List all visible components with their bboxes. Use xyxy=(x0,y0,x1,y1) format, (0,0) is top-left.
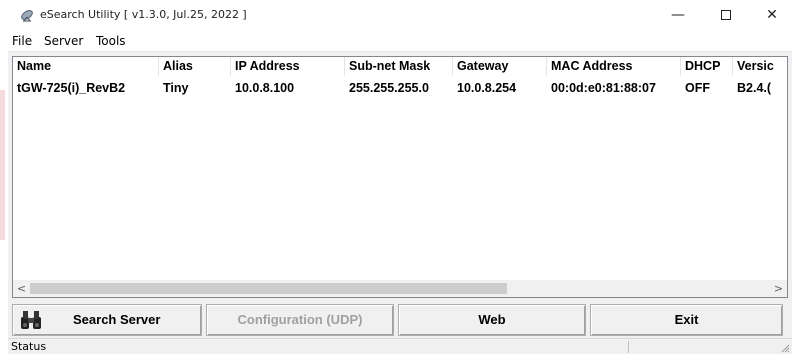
cell-dhcp: OFF xyxy=(685,81,710,95)
menu-bar: File Server Tools xyxy=(8,30,792,52)
menu-tools[interactable]: Tools xyxy=(96,34,126,48)
column-header-alias[interactable]: Alias xyxy=(159,57,231,76)
title-bar[interactable]: eSearch Utility [ v1.3.0, Jul.25, 2022 ]… xyxy=(8,0,792,30)
column-header-ip[interactable]: IP Address xyxy=(231,57,345,76)
column-header-gateway[interactable]: Gateway xyxy=(453,57,547,76)
table-row[interactable]: tGW-725(i)_RevB2 Tiny 10.0.8.100 255.255… xyxy=(13,79,787,98)
menu-file[interactable]: File xyxy=(12,34,32,48)
cell-name: tGW-725(i)_RevB2 xyxy=(17,81,126,95)
menu-server[interactable]: Server xyxy=(44,34,83,48)
cell-alias: Tiny xyxy=(163,81,189,95)
window-title: eSearch Utility [ v1.3.0, Jul.25, 2022 ] xyxy=(40,8,247,21)
scroll-left-button[interactable]: < xyxy=(13,280,30,297)
status-divider xyxy=(628,341,629,353)
button-bar: Search Server Configuration (UDP) Web Ex… xyxy=(8,304,792,338)
cell-mac: 00:0d:e0:81:88:07 xyxy=(551,81,656,95)
search-server-button[interactable]: Search Server xyxy=(12,304,202,336)
web-button[interactable]: Web xyxy=(398,304,586,336)
minimize-button[interactable]: — xyxy=(658,0,698,30)
background-accent xyxy=(0,90,5,240)
configuration-udp-button[interactable]: Configuration (UDP) xyxy=(206,304,394,336)
cell-gateway: 10.0.8.254 xyxy=(457,81,517,95)
cell-ip: 10.0.8.100 xyxy=(235,81,295,95)
cell-version: B2.4.( xyxy=(737,81,772,95)
scroll-thumb[interactable] xyxy=(30,283,507,294)
background-edge xyxy=(0,0,6,354)
satellite-dish-icon xyxy=(21,10,33,22)
column-header-mask[interactable]: Sub-net Mask xyxy=(345,57,453,76)
binoculars-icon xyxy=(21,311,41,329)
esearch-window: eSearch Utility [ v1.3.0, Jul.25, 2022 ]… xyxy=(8,0,792,354)
status-bar: Status xyxy=(8,338,792,354)
column-header-name[interactable]: Name xyxy=(13,57,159,76)
exit-button[interactable]: Exit xyxy=(590,304,783,336)
scroll-right-button[interactable]: > xyxy=(770,280,787,297)
column-header-mac[interactable]: MAC Address xyxy=(547,57,681,76)
device-list[interactable]: Name Alias IP Address Sub-net Mask Gatew… xyxy=(12,56,788,298)
close-button[interactable]: ✕ xyxy=(752,0,792,30)
column-header-version[interactable]: Versic xyxy=(733,57,787,76)
resize-grip-icon[interactable] xyxy=(780,343,790,353)
list-header: Name Alias IP Address Sub-net Mask Gatew… xyxy=(13,57,787,76)
maximize-icon xyxy=(721,10,731,20)
cell-mask: 255.255.255.0 xyxy=(349,81,429,95)
search-server-label: Search Server xyxy=(73,312,161,327)
horizontal-scrollbar[interactable]: < > xyxy=(13,280,787,297)
column-header-dhcp[interactable]: DHCP xyxy=(681,57,733,76)
status-text: Status xyxy=(11,340,47,353)
maximize-button[interactable] xyxy=(706,0,746,30)
